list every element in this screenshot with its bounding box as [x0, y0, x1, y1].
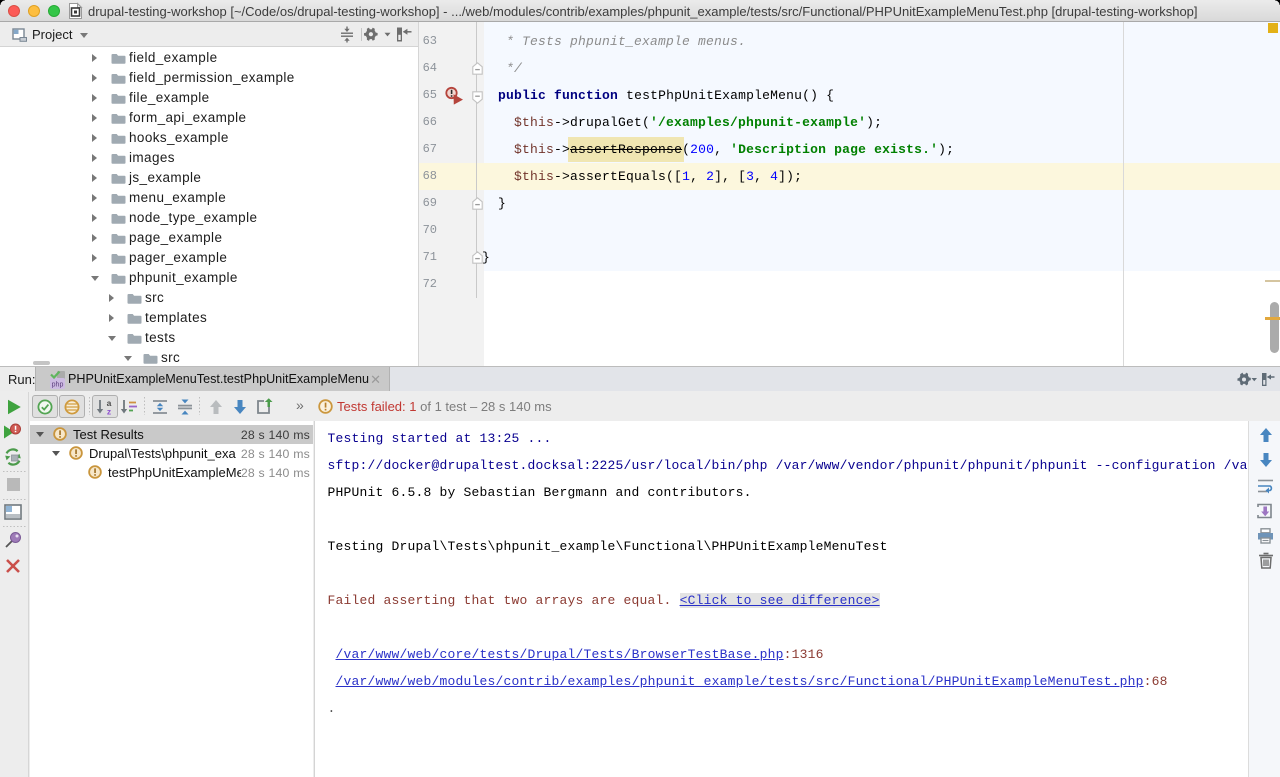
svg-text:z: z	[107, 407, 111, 416]
svg-text:php: php	[52, 382, 64, 389]
